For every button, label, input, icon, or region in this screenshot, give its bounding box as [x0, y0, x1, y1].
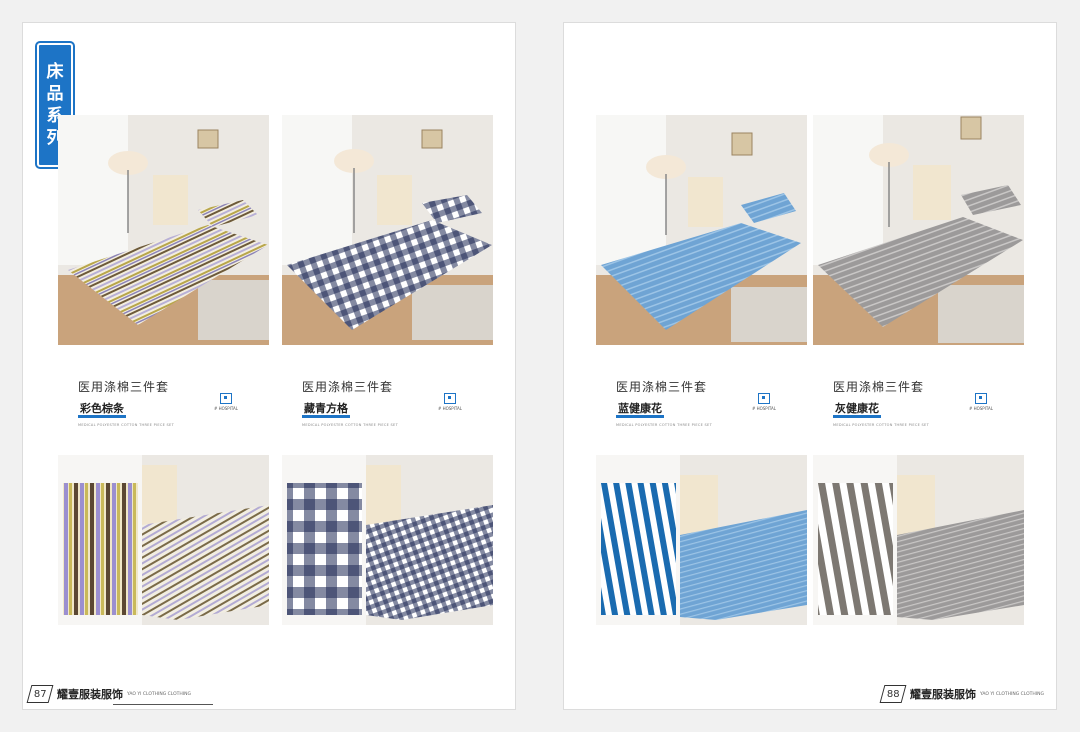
ribbon-char: 品: [46, 84, 64, 104]
product-desc: MEDICAL POLYESTER COTTON THREE PIECE SET: [302, 423, 399, 427]
page-footer: 87 耀壹服装服饰 YAO YI CLOTHING CLOTHING: [26, 685, 191, 703]
room-photo-stripes: [58, 115, 269, 345]
hospital-badge: # HOSPITAL: [747, 393, 781, 411]
product-category: 医用涤棉三件套: [78, 380, 170, 394]
detail-photo-plaid: [282, 455, 493, 625]
product-category: 医用涤棉三件套: [302, 380, 394, 394]
product-name: 蓝健康花: [616, 403, 664, 418]
catalog-page-left: 床 品 系 列 医用涤棉三件套 彩色棕条 MEDICAL POLYESTER C…: [22, 22, 516, 710]
room-photo-gray: [813, 115, 1024, 345]
brand-name: 耀壹服装服饰: [57, 688, 123, 701]
product-caption: 医用涤棉三件套 蓝健康花 MEDICAL POLYESTER COTTON TH…: [616, 378, 816, 427]
page-number: 87: [26, 685, 54, 703]
product-caption: 医用涤棉三件套 灰健康花 MEDICAL POLYESTER COTTON TH…: [833, 378, 1033, 427]
product-desc: MEDICAL POLYESTER COTTON THREE PIECE SET: [78, 423, 175, 427]
product-caption: 医用涤棉三件套 彩色棕条 MEDICAL POLYESTER COTTON TH…: [78, 378, 278, 427]
product-category: 医用涤棉三件套: [616, 380, 708, 394]
product-caption: 医用涤棉三件套 藏青方格 MEDICAL POLYESTER COTTON TH…: [302, 378, 502, 427]
hospital-icon: [758, 393, 770, 404]
hospital-label: # HOSPITAL: [213, 406, 238, 411]
hospital-icon: [975, 393, 987, 404]
hospital-label: # HOSPITAL: [968, 406, 993, 411]
hospital-badge: # HOSPITAL: [209, 393, 243, 411]
product-name: 灰健康花: [833, 403, 881, 418]
catalog-page-right: 医用涤棉三件套 蓝健康花 MEDICAL POLYESTER COTTON TH…: [563, 22, 1057, 710]
room-photo-blue: [596, 115, 807, 345]
hospital-badge: # HOSPITAL: [964, 393, 998, 411]
hospital-badge: # HOSPITAL: [433, 393, 467, 411]
brand-subtitle: YAO YI CLOTHING CLOTHING: [127, 691, 191, 697]
product-desc: MEDICAL POLYESTER COTTON THREE PIECE SET: [616, 423, 713, 427]
detail-photo-gray: [813, 455, 1024, 625]
hospital-label: # HOSPITAL: [751, 406, 776, 411]
footer-divider: [113, 704, 213, 705]
hospital-icon: [220, 393, 232, 404]
hospital-label: # HOSPITAL: [437, 406, 462, 411]
product-name: 藏青方格: [302, 403, 350, 418]
detail-photo-stripes: [58, 455, 269, 625]
page-number: 88: [879, 685, 907, 703]
hospital-icon: [444, 393, 456, 404]
page-footer: 88 耀壹服装服饰 YAO YI CLOTHING CLOTHING: [879, 685, 1044, 703]
brand-name: 耀壹服装服饰: [910, 688, 976, 701]
ribbon-char: 床: [46, 62, 64, 82]
brand-subtitle: YAO YI CLOTHING CLOTHING: [980, 691, 1044, 697]
product-desc: MEDICAL POLYESTER COTTON THREE PIECE SET: [833, 423, 930, 427]
detail-photo-blue: [596, 455, 807, 625]
product-name: 彩色棕条: [78, 403, 126, 418]
room-photo-plaid: [282, 115, 493, 345]
product-category: 医用涤棉三件套: [833, 380, 925, 394]
